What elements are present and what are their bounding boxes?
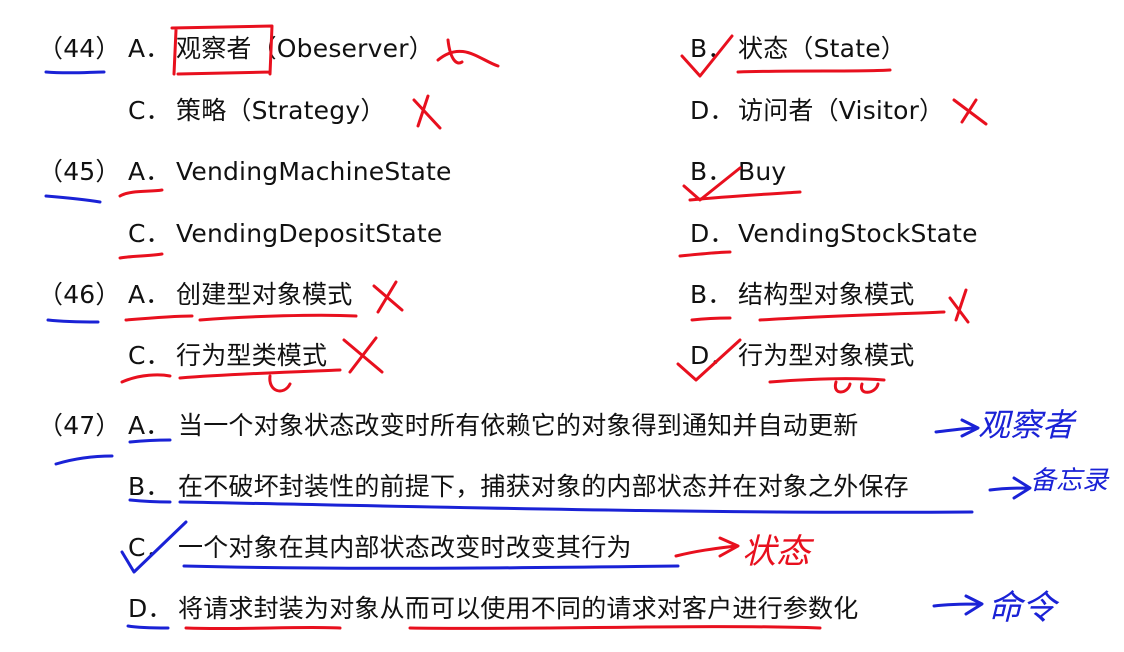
question-number-45: （45） (38, 157, 121, 186)
arrow-mark (932, 594, 984, 616)
option-letter: B． (690, 157, 733, 186)
option-text: VendingStockState (738, 219, 978, 248)
option-letter: A． (128, 411, 171, 440)
underline-mark (198, 313, 358, 322)
option-letter: D． (690, 219, 735, 248)
option-letter: C． (128, 96, 171, 125)
option-letter: C． (128, 219, 171, 248)
annotation-observer: 观察者 (978, 406, 1075, 444)
underline-mark (46, 318, 100, 324)
cross-mark (372, 280, 404, 314)
underline-mark (768, 377, 886, 384)
small-loop-mark (268, 374, 292, 393)
underline-mark (44, 194, 102, 204)
option-text: 行为型类模式 (176, 341, 328, 370)
small-loop-mark (833, 380, 880, 394)
option-letter: B． (128, 472, 171, 501)
question-number-44: （44） (38, 34, 121, 63)
option-text: 当一个对象状态改变时所有依赖它的对象得到通知并自动更新 (178, 411, 859, 440)
cross-mark (412, 94, 442, 130)
underline-mark (54, 454, 114, 466)
option-text: 访问者（Visitor） (738, 96, 945, 125)
option-letter: A． (128, 34, 171, 63)
option-text: 结构型对象模式 (738, 280, 915, 309)
option-letter: B． (690, 34, 733, 63)
option-text: 行为型对象模式 (738, 341, 915, 370)
annotation-memento: 备忘录 (1030, 466, 1109, 496)
option-letter: D． (690, 341, 735, 370)
annotation-state: 状态 (742, 532, 810, 572)
cross-mark (952, 98, 988, 126)
arrow-mark (674, 536, 740, 558)
cross-mark (436, 38, 500, 68)
question-number-47: （47） (38, 411, 121, 440)
underline-mark (126, 624, 170, 630)
option-text: 在不破坏封装性的前提下，捕获对象的内部状态并在对象之外保存 (178, 472, 909, 501)
underline-mark (178, 368, 342, 380)
question-number-46: （46） (38, 280, 121, 309)
underline-mark (44, 70, 106, 75)
underline-mark (124, 314, 194, 322)
underline-mark (690, 316, 732, 322)
underline-mark (118, 188, 164, 198)
option-text: VendingDepositState (176, 219, 443, 248)
option-letter: A． (128, 157, 171, 186)
underline-mark (118, 252, 164, 260)
option-letter: A． (128, 280, 171, 309)
option-text: 将请求封装为对象从而可以使用不同的请求对客户进行参数化 (178, 594, 859, 623)
option-text: 创建型对象模式 (176, 280, 353, 309)
underline-mark (408, 625, 822, 630)
option-text: 一个对象在其内部状态改变时改变其行为 (178, 533, 632, 562)
annotation-command: 命令 (988, 588, 1056, 628)
option-text: 观察者（Obeserver） (176, 34, 434, 63)
cross-mark (342, 336, 384, 374)
option-text: Buy (738, 157, 787, 186)
arrow-mark (988, 476, 1032, 500)
underline-mark (184, 625, 342, 631)
underline-mark (182, 564, 680, 570)
underline-mark (178, 500, 974, 514)
underline-mark (120, 373, 172, 384)
underline-mark (758, 310, 946, 322)
underline-mark (688, 190, 802, 202)
option-letter: C． (128, 533, 171, 562)
option-letter: D． (128, 594, 173, 623)
option-letter: B． (690, 280, 733, 309)
underline-mark (736, 68, 892, 74)
option-text: VendingMachineState (176, 157, 452, 186)
option-letter: C． (128, 341, 171, 370)
arrow-mark (934, 418, 980, 438)
option-text: 策略（Strategy） (176, 96, 386, 125)
cross-mark (948, 288, 970, 324)
underline-mark (678, 250, 732, 258)
option-letter: D． (690, 96, 735, 125)
option-text: 状态（State） (738, 34, 906, 63)
